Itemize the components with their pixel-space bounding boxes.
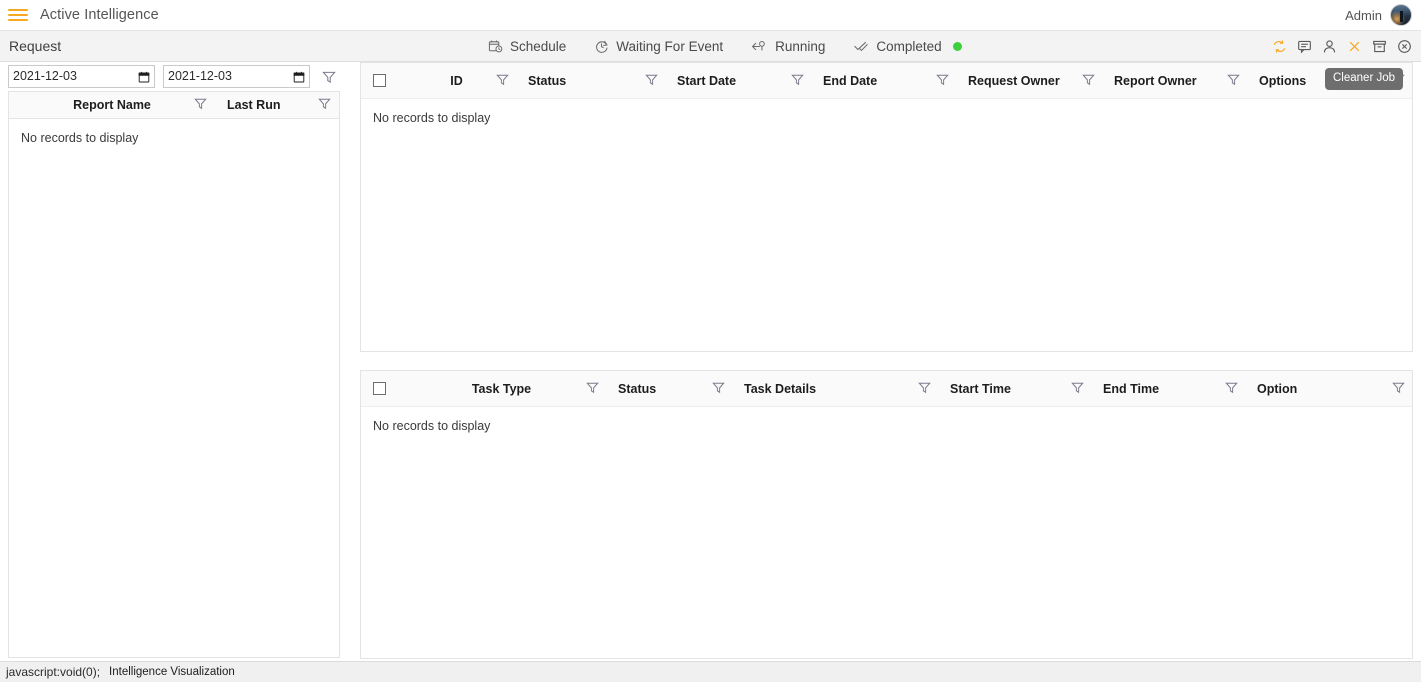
- task-grid-select-all[interactable]: [361, 371, 397, 406]
- column-label: Request Owner: [968, 73, 1060, 88]
- date-from-value: 2021-12-03: [13, 69, 77, 84]
- running-arrow-icon: [751, 39, 768, 54]
- tab-waiting-for-event-label: Waiting For Event: [616, 39, 724, 54]
- top-bar-right-group: Admin: [1345, 4, 1412, 26]
- column-label: Status: [528, 73, 567, 88]
- circle-close-icon[interactable]: [1397, 39, 1412, 54]
- comment-icon[interactable]: [1297, 39, 1312, 54]
- column-label: ID: [450, 73, 463, 88]
- double-check-icon: [853, 39, 869, 54]
- column-label: Options: [1259, 73, 1307, 88]
- column-header-start-date[interactable]: Start Date: [665, 63, 811, 98]
- checkbox-icon[interactable]: [372, 382, 386, 395]
- column-header-request-owner[interactable]: Request Owner: [956, 63, 1102, 98]
- task-grid-empty-message: No records to display: [373, 419, 491, 433]
- report-table-empty-message: No records to display: [21, 131, 139, 145]
- date-to-input[interactable]: 2021-12-03: [163, 65, 310, 88]
- app-title: Active Intelligence: [40, 7, 159, 23]
- request-grid-header: ID Status Start Date End Date Request Ow…: [361, 63, 1412, 99]
- column-label: Last Run: [227, 98, 281, 112]
- calendar-icon[interactable]: [138, 71, 150, 83]
- column-header-report-owner[interactable]: Report Owner: [1102, 63, 1247, 98]
- filter-funnel-icon[interactable]: [1071, 381, 1084, 397]
- filter-funnel-icon[interactable]: [1082, 73, 1095, 89]
- tab-running[interactable]: Running: [751, 39, 825, 54]
- user-icon[interactable]: [1322, 39, 1337, 54]
- tab-schedule-label: Schedule: [510, 39, 567, 54]
- filter-funnel-icon[interactable]: [1227, 73, 1240, 89]
- request-toolbar-icons: [1272, 31, 1412, 62]
- column-header-report-name[interactable]: Report Name: [9, 92, 215, 118]
- calendar-clock-icon: [488, 39, 503, 54]
- tab-completed[interactable]: Completed: [853, 39, 962, 54]
- column-label: Task Details: [744, 381, 817, 396]
- column-header-end-date[interactable]: End Date: [811, 63, 956, 98]
- column-header-task-details[interactable]: Task Details: [732, 371, 938, 406]
- column-header-id[interactable]: ID: [397, 63, 516, 98]
- column-header-status[interactable]: Status: [606, 371, 732, 406]
- column-label: Start Time: [950, 381, 1011, 396]
- clock-icon: [594, 39, 609, 54]
- column-header-last-run[interactable]: Last Run: [215, 92, 339, 118]
- task-grid: Task Type Status Task Details Start Time: [360, 370, 1413, 659]
- report-name-table: Report Name Last Run No records to displ…: [8, 91, 340, 658]
- column-header-option[interactable]: Option: [1245, 371, 1412, 406]
- status-bar-link: javascript:void(0);: [6, 665, 101, 679]
- date-to-value: 2021-12-03: [168, 69, 232, 84]
- request-toolbar: Request Schedule Waiting For Event Runni…: [0, 31, 1421, 62]
- column-label: Task Type: [471, 381, 532, 396]
- close-icon[interactable]: [1347, 39, 1362, 54]
- filter-funnel-icon[interactable]: [645, 73, 658, 89]
- filter-funnel-icon[interactable]: [712, 381, 725, 397]
- column-label: Status: [618, 381, 657, 396]
- column-label: End Date: [823, 73, 878, 88]
- column-label: Report Name: [73, 98, 151, 112]
- column-header-start-time[interactable]: Start Time: [938, 371, 1091, 406]
- date-from-input[interactable]: 2021-12-03: [8, 65, 155, 88]
- tab-running-label: Running: [775, 39, 826, 54]
- left-panel: 2021-12-03 2021-12-03 Report Name Last R…: [0, 62, 352, 661]
- cleaner-job-tooltip: Cleaner Job: [1325, 68, 1404, 90]
- status-bar-text: Intelligence Visualization: [109, 666, 235, 678]
- app-top-bar: Active Intelligence Admin: [0, 0, 1421, 31]
- filter-funnel-icon[interactable]: [791, 73, 804, 89]
- report-table-header: Report Name Last Run: [9, 92, 339, 119]
- archive-icon[interactable]: [1372, 39, 1387, 54]
- tab-schedule[interactable]: Schedule: [488, 39, 566, 54]
- filter-funnel-icon[interactable]: [1392, 381, 1405, 397]
- page-title: Request: [9, 38, 62, 54]
- refresh-icon[interactable]: [1272, 39, 1287, 54]
- task-grid-header: Task Type Status Task Details Start Time: [361, 371, 1412, 407]
- filter-funnel-icon[interactable]: [586, 381, 599, 397]
- date-filter-row: 2021-12-03 2021-12-03: [8, 64, 348, 89]
- right-panel: ID Status Start Date End Date Request Ow…: [360, 62, 1413, 661]
- request-grid-empty-message: No records to display: [373, 111, 491, 125]
- filter-funnel-icon[interactable]: [318, 97, 331, 113]
- filter-funnel-icon[interactable]: [496, 73, 509, 89]
- column-header-status[interactable]: Status: [516, 63, 665, 98]
- column-label: Start Date: [677, 73, 737, 88]
- column-label: Report Owner: [1114, 73, 1197, 88]
- request-grid: ID Status Start Date End Date Request Ow…: [360, 62, 1413, 352]
- calendar-icon[interactable]: [293, 71, 305, 83]
- browser-status-bar: javascript:void(0); Intelligence Visuali…: [0, 661, 1421, 682]
- column-label: Option: [1257, 381, 1298, 396]
- status-tab-group: Schedule Waiting For Event Running Compl…: [488, 31, 962, 62]
- filter-funnel-icon[interactable]: [1225, 381, 1238, 397]
- tab-completed-label: Completed: [876, 39, 942, 54]
- status-badge: [952, 42, 962, 51]
- filter-funnel-icon[interactable]: [936, 73, 949, 89]
- tab-waiting-for-event[interactable]: Waiting For Event: [594, 39, 723, 54]
- hamburger-menu-icon[interactable]: [8, 7, 28, 23]
- column-label: End Time: [1103, 381, 1160, 396]
- user-name-label: Admin: [1345, 7, 1382, 23]
- column-header-end-time[interactable]: End Time: [1091, 371, 1245, 406]
- avatar[interactable]: [1390, 4, 1412, 26]
- column-header-task-type[interactable]: Task Type: [397, 371, 606, 406]
- filter-funnel-icon[interactable]: [194, 97, 207, 113]
- checkbox-icon[interactable]: [372, 74, 386, 87]
- filter-funnel-icon[interactable]: [918, 381, 931, 397]
- request-grid-select-all[interactable]: [361, 63, 397, 98]
- date-filter-funnel-icon[interactable]: [318, 66, 340, 88]
